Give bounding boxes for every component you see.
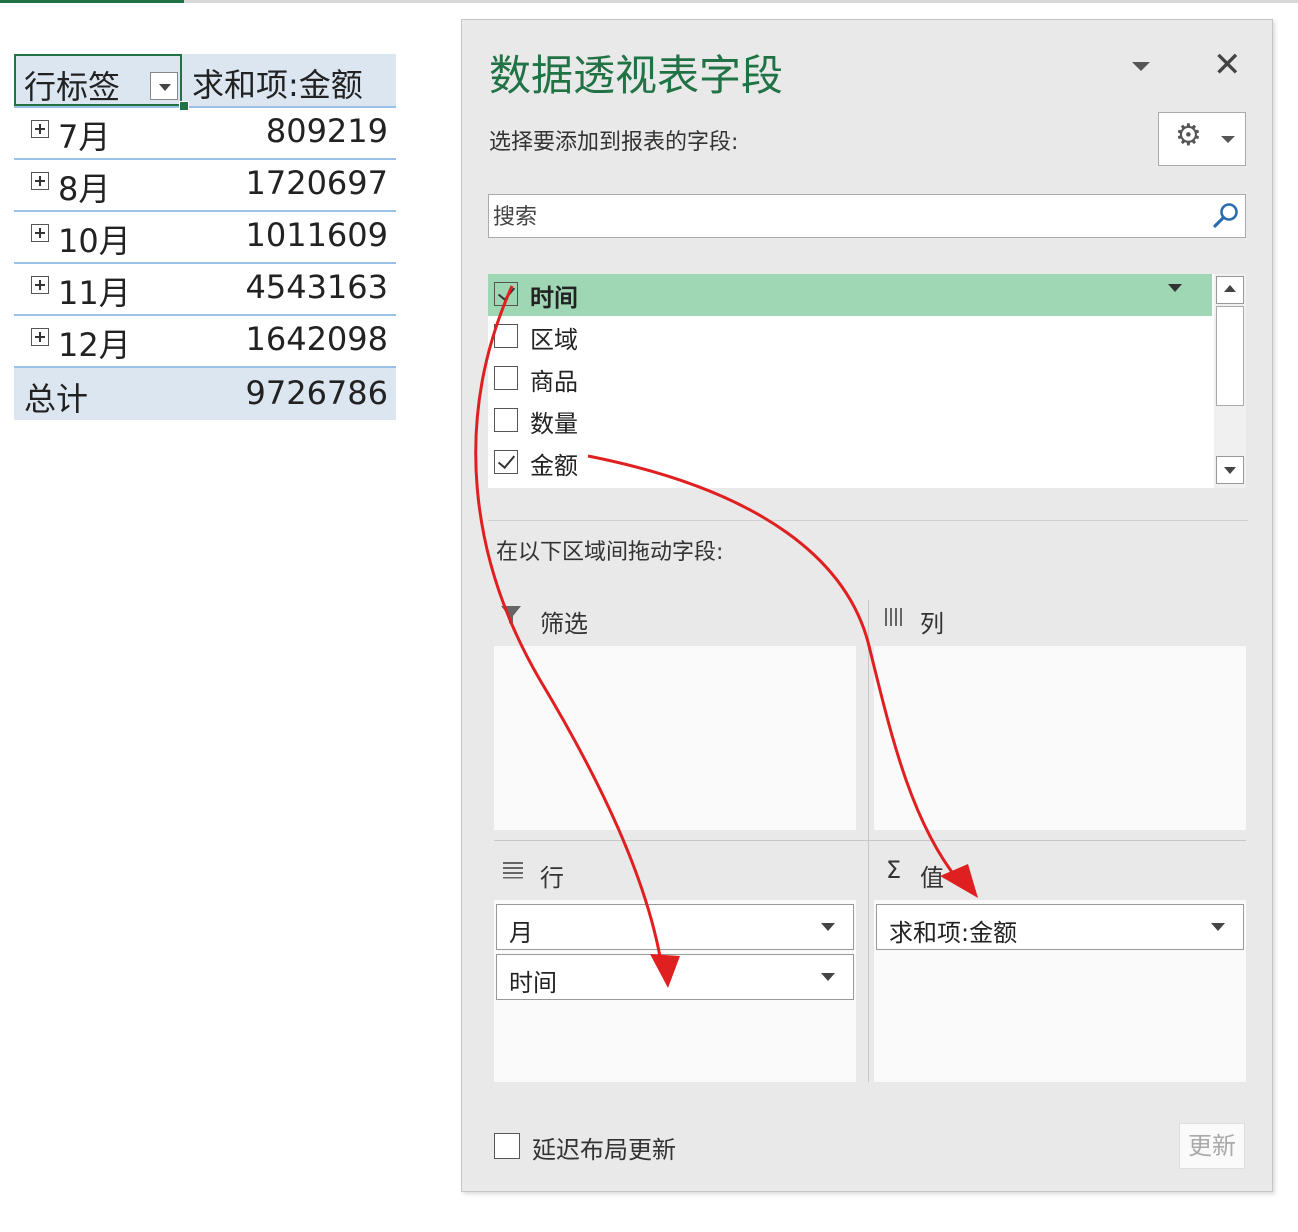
defer-update-checkbox[interactable] xyxy=(494,1133,520,1159)
filter-icon xyxy=(501,606,521,626)
field-checkbox[interactable] xyxy=(494,324,518,348)
pivot-table: 行标签 求和项:金额 7月 809219 8月 1720697 10月 1011… xyxy=(14,54,396,420)
chip-label: 时间 xyxy=(509,969,557,997)
field-item-product[interactable]: 商品 xyxy=(488,358,1212,400)
chevron-down-icon[interactable] xyxy=(1211,923,1225,931)
row-month: 7月 xyxy=(58,118,111,156)
expand-icon[interactable] xyxy=(31,328,49,346)
row-month: 12月 xyxy=(58,326,131,364)
rows-field-chip[interactable]: 时间 xyxy=(496,954,854,1000)
search-box[interactable] xyxy=(488,194,1246,238)
row-month: 8月 xyxy=(58,170,111,208)
expand-icon[interactable] xyxy=(31,120,49,138)
close-icon[interactable]: ✕ xyxy=(1213,48,1242,82)
pivot-row[interactable]: 7月 809219 xyxy=(14,108,396,160)
expand-icon[interactable] xyxy=(31,276,49,294)
expand-icon[interactable] xyxy=(31,224,49,242)
drag-fields-label: 在以下区域间拖动字段: xyxy=(496,540,724,565)
rows-icon xyxy=(503,862,523,879)
chip-label: 求和项:金额 xyxy=(889,919,1018,947)
total-value: 9726786 xyxy=(245,374,388,412)
sigma-icon: Σ xyxy=(886,856,902,884)
scroll-down-button[interactable] xyxy=(1216,456,1244,484)
field-checkbox[interactable] xyxy=(494,450,518,474)
defer-update-label[interactable]: 延迟布局更新 xyxy=(532,1130,676,1165)
row-value: 1720697 xyxy=(245,164,388,202)
field-list: 时间 区域 商品 数量 金额 xyxy=(488,274,1246,488)
filter-area-label: 筛选 xyxy=(540,610,588,638)
field-name: 区域 xyxy=(530,326,578,354)
field-name: 商品 xyxy=(530,368,578,396)
row-value: 1642098 xyxy=(245,320,388,358)
chevron-down-icon[interactable] xyxy=(821,923,835,931)
scroll-up-button[interactable] xyxy=(1216,276,1244,304)
chevron-down-icon[interactable] xyxy=(821,973,835,981)
field-item-time[interactable]: 时间 xyxy=(488,274,1212,316)
update-button[interactable]: 更新 xyxy=(1179,1123,1245,1169)
row-labels-text: 行标签 xyxy=(24,68,121,106)
pivot-total-row[interactable]: 总计 9726786 xyxy=(14,368,396,420)
field-checkbox[interactable] xyxy=(494,366,518,390)
field-checkbox[interactable] xyxy=(494,408,518,432)
pivot-row[interactable]: 11月 4543163 xyxy=(14,264,396,316)
pane-title: 数据透视表字段 xyxy=(489,51,784,100)
values-area-label: 值 xyxy=(920,864,944,892)
columns-area-label: 列 xyxy=(920,610,944,638)
columns-icon xyxy=(885,608,902,626)
field-name: 数量 xyxy=(530,410,578,438)
chip-label: 月 xyxy=(509,919,533,947)
total-label: 总计 xyxy=(24,380,89,418)
rows-field-chip[interactable]: 月 xyxy=(496,904,854,950)
row-labels-filter-button[interactable] xyxy=(150,72,178,100)
field-item-amount[interactable]: 金额 xyxy=(488,442,1212,484)
row-value: 809219 xyxy=(265,112,388,150)
columns-drop-area[interactable] xyxy=(874,646,1246,830)
field-item-quantity[interactable]: 数量 xyxy=(488,400,1212,442)
field-list-scrollbar[interactable] xyxy=(1214,274,1246,488)
pivot-row[interactable]: 12月 1642098 xyxy=(14,316,396,368)
values-field-chip[interactable]: 求和项:金额 xyxy=(876,904,1244,950)
row-month: 10月 xyxy=(58,222,131,260)
search-input[interactable] xyxy=(491,199,1195,235)
row-value: 4543163 xyxy=(245,268,388,306)
gear-icon: ⚙ xyxy=(1175,118,1202,153)
field-name: 时间 xyxy=(530,284,578,312)
pane-options-chevron-icon[interactable] xyxy=(1132,62,1150,71)
pane-divider xyxy=(488,520,1248,521)
rows-area-label: 行 xyxy=(540,864,564,892)
pivot-field-list-pane: 数据透视表字段 ✕ 选择要添加到报表的字段: ⚙ 时间 区域 商品 数量 xyxy=(461,19,1273,1192)
area-divider-vertical xyxy=(868,600,869,1082)
search-icon[interactable] xyxy=(1211,201,1241,231)
choose-fields-label: 选择要添加到报表的字段: xyxy=(489,130,739,155)
field-item-region[interactable]: 区域 xyxy=(488,316,1212,358)
pivot-header-row: 行标签 求和项:金额 xyxy=(14,54,396,111)
sum-header-text[interactable]: 求和项:金额 xyxy=(192,60,363,106)
field-checkbox[interactable] xyxy=(494,282,518,306)
pivot-row[interactable]: 8月 1720697 xyxy=(14,160,396,212)
field-dropdown-icon[interactable] xyxy=(1168,284,1182,292)
field-name: 金额 xyxy=(530,452,578,480)
pivot-row[interactable]: 10月 1011609 xyxy=(14,212,396,264)
chevron-down-icon xyxy=(1221,136,1235,143)
scroll-thumb[interactable] xyxy=(1216,306,1244,406)
row-value: 1011609 xyxy=(245,216,388,254)
row-month: 11月 xyxy=(58,274,131,312)
column-selection-indicator xyxy=(0,0,184,3)
sheet-top-border xyxy=(0,0,1298,3)
expand-icon[interactable] xyxy=(31,172,49,190)
area-divider-horizontal xyxy=(494,840,1246,841)
tools-button[interactable]: ⚙ xyxy=(1158,112,1246,166)
row-labels-cell[interactable]: 行标签 xyxy=(14,54,182,106)
filter-drop-area[interactable] xyxy=(494,646,856,830)
